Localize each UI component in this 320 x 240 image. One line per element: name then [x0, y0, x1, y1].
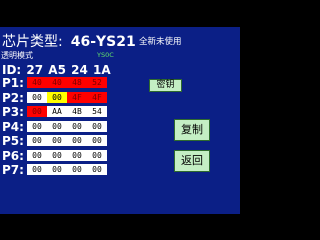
page-byte-cell[interactable]: 00 — [27, 164, 47, 175]
page-cells: 40 40 48 52 — [27, 77, 107, 88]
page-byte-cell[interactable]: 40 — [47, 77, 67, 88]
page-cells: 00 00 00 00 — [27, 149, 107, 161]
page-label: P1: — [2, 76, 24, 90]
page-cells: 00 00 4F 4F — [27, 91, 107, 103]
page-cells: 00 00 00 00 — [27, 120, 107, 132]
back-button[interactable]: 返回 — [174, 150, 210, 172]
page-byte-cell[interactable]: 4F — [67, 91, 87, 103]
page-label: P4: — [2, 119, 24, 134]
page-byte-cell[interactable]: 00 — [67, 120, 87, 132]
page-byte-cell[interactable]: 00 — [27, 91, 47, 103]
page-label: P2: — [2, 90, 24, 105]
page-byte-cell[interactable]: 40 — [27, 77, 47, 88]
chip-type-value: 46-YS21 — [70, 34, 136, 50]
page-cells: 00 AA 4B 54 — [27, 106, 107, 117]
page-label: P6: — [2, 148, 24, 163]
page-label: P5: — [2, 134, 24, 148]
page-byte-cell[interactable]: 00 — [27, 135, 47, 146]
page-byte-cell[interactable]: 52 — [87, 77, 107, 88]
chip-type-label: 芯片类型: — [2, 34, 63, 50]
page-byte-cell[interactable]: 00 — [67, 149, 87, 161]
page-byte-cell[interactable]: 00 — [67, 164, 87, 175]
page-label: P3: — [2, 105, 24, 119]
page-byte-cell[interactable]: AA — [47, 106, 67, 117]
page-byte-cell[interactable]: 00 — [87, 135, 107, 146]
mode-label: 透明模式 — [1, 51, 33, 60]
page-byte-cell[interactable]: 00 — [47, 149, 67, 161]
page-byte-cell[interactable]: 00 — [47, 135, 67, 146]
page-byte-cell[interactable]: 48 — [67, 77, 87, 88]
chip-type-heading: 芯片类型: 46-YS21 — [2, 35, 136, 49]
page-byte-cell[interactable]: 4B — [67, 106, 87, 117]
device-screen: 芯片类型: 46-YS21 全新未使用 透明模式 YS0C ID: 27 A5 2… — [0, 27, 240, 214]
page-cells: 00 00 00 00 — [27, 135, 107, 146]
small-tag: YS0C — [97, 51, 114, 59]
page-label: P7: — [2, 163, 24, 177]
page-byte-cell[interactable]: 00 — [27, 106, 47, 117]
page-byte-cell[interactable]: 00 — [87, 149, 107, 161]
chip-status: 全新未使用 — [139, 37, 182, 47]
page-byte-cell[interactable]: 00 — [27, 120, 47, 132]
page-byte-cell[interactable]: 4F — [87, 91, 107, 103]
page-byte-cell[interactable]: 00 — [47, 120, 67, 132]
page-byte-cell[interactable]: 54 — [87, 106, 107, 117]
page-byte-cell[interactable]: 00 — [87, 164, 107, 175]
page-byte-cell[interactable]: 00 — [27, 149, 47, 161]
chip-id: ID: 27 A5 24 1A — [2, 63, 111, 77]
page-byte-cell[interactable]: 00 — [47, 164, 67, 175]
page-byte-cell[interactable]: 00 — [87, 120, 107, 132]
copy-button[interactable]: 复制 — [174, 119, 210, 141]
page-byte-cell[interactable]: 00 — [67, 135, 87, 146]
page-cells: 00 00 00 00 — [27, 164, 107, 175]
key-button[interactable]: 密钥 — [149, 79, 182, 92]
page-byte-cell[interactable]: 00 — [47, 91, 67, 103]
